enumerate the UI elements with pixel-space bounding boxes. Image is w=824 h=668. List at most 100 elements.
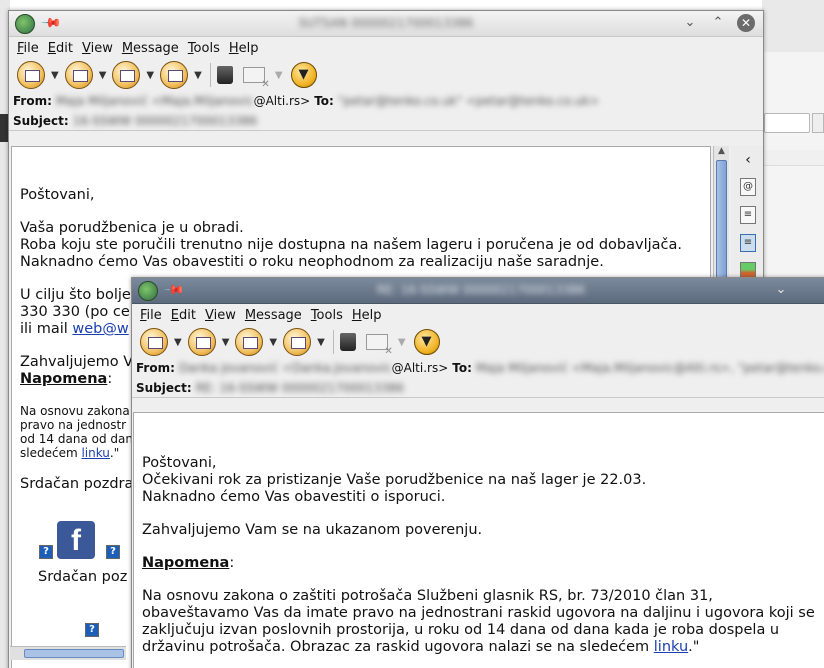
note-label: Napomena [142, 555, 230, 571]
from-name[interactable]: Maja Miljanović <Maja.Miljanovic [56, 94, 254, 108]
menu-tools[interactable]: Tools [311, 308, 343, 323]
to-label: To: [314, 94, 334, 108]
to-address[interactable]: Maja Miljanović <Maja.Miljanovic@Alti.rs… [476, 361, 824, 375]
regards-line-2: Srdačan poz [38, 569, 128, 585]
minimize-icon[interactable]: ⌄ [772, 281, 790, 299]
reply-all-icon[interactable] [187, 328, 216, 356]
junk-dropdown-icon[interactable]: ▼ [398, 337, 406, 348]
scroll-up-icon[interactable]: ▲ [714, 146, 729, 160]
reply-icon[interactable] [17, 61, 45, 89]
trash-icon[interactable] [339, 333, 356, 351]
to-label: To: [452, 361, 472, 375]
toolbar-separator [332, 330, 334, 354]
stop-icon[interactable]: ▼ [413, 329, 440, 355]
close-icon[interactable]: ✕ [737, 14, 755, 32]
from-label: From: [136, 361, 175, 375]
subject-label: Subject: [136, 380, 192, 395]
trash-icon[interactable] [216, 66, 233, 84]
from-name[interactable]: Danka Jovanović <Danka.Jovanovic [179, 361, 392, 375]
from-domain[interactable]: @Alti.rs> [392, 361, 449, 375]
redirect-dropdown-icon[interactable]: ▼ [317, 337, 325, 348]
toolbar: ▼ ▼ ▼ ▼ ▼ ▼ [9, 59, 763, 91]
form-link[interactable]: linku [81, 446, 109, 460]
reply-all-dropdown-icon[interactable]: ▼ [99, 70, 107, 81]
from-domain[interactable]: @Alti.rs> [254, 94, 311, 108]
thanks-line: Zahvaljujemo Vam se na ukazanom poverenj… [142, 522, 483, 538]
forward-icon[interactable] [112, 61, 141, 89]
menu-view[interactable]: View [82, 41, 113, 56]
message-window-reply: 📌 RE: 16-SSWW 0000021700013386 ⌄ File Ed… [131, 277, 824, 668]
reply-all-icon[interactable] [64, 61, 93, 89]
hscroll-thumb[interactable] [24, 649, 124, 658]
forward-dropdown-icon[interactable]: ▼ [269, 337, 277, 348]
from-row: From: Maja Miljanović <Maja.Miljanovic @A… [9, 91, 763, 111]
reply-all-dropdown-icon[interactable]: ▼ [222, 337, 230, 348]
background-search-field[interactable] [764, 113, 810, 133]
web-link[interactable]: web@w [72, 321, 128, 337]
subject-row: Subject: 16-SSWW 0000021700013386 [9, 111, 763, 131]
stop-icon[interactable]: ▼ [290, 62, 317, 88]
body-line: Očekivani rok za pristizanje Vaše porudž… [142, 472, 647, 488]
from-label: From: [13, 94, 52, 108]
subject-row: Subject: RE: 16-SSWW 0000021700013386 [132, 378, 824, 398]
window-title: SUTSAN 0000021700013386 [298, 16, 474, 30]
redirect-dropdown-icon[interactable]: ▼ [194, 70, 202, 81]
note-label: Napomena [20, 371, 108, 387]
subject-label: Subject: [13, 113, 69, 128]
body-line: Naknadno ćemo Vas obavestiti o roku neop… [20, 254, 604, 270]
body-line: ili mail [20, 321, 73, 337]
attachment-icon[interactable]: @ [740, 178, 756, 196]
toolbar-separator [209, 63, 211, 87]
note-colon: : [107, 371, 113, 387]
menubar: File Edit View Message Tools Help [132, 304, 824, 326]
redirect-icon[interactable] [283, 328, 312, 356]
menubar: File Edit View Message Tools Help [9, 37, 763, 59]
legal-line: sledećem [20, 446, 82, 460]
minimize-icon[interactable]: ⌄ [681, 14, 699, 32]
menu-tools[interactable]: Tools [188, 41, 220, 56]
headers-icon[interactable]: ≡ [740, 206, 756, 224]
menu-edit[interactable]: Edit [171, 308, 196, 323]
reply-icon[interactable] [140, 328, 168, 356]
menu-message[interactable]: Message [245, 308, 302, 323]
to-address[interactable]: "petar@tenko.co.uk" <petar@tenko.co.uk> [338, 94, 599, 108]
legal-line: državinu potrošača. Obrazac za raskid ug… [142, 639, 654, 655]
junk-dropdown-icon[interactable]: ▼ [275, 70, 283, 81]
junk-icon[interactable] [242, 67, 270, 90]
from-row: From: Danka Jovanović <Danka.Jovanovic @A… [132, 358, 824, 378]
note-colon: : [229, 555, 235, 571]
menu-view[interactable]: View [205, 308, 236, 323]
form-link[interactable]: linku [654, 639, 688, 655]
toolbar: ▼ ▼ ▼ ▼ ▼ ▼ [132, 326, 824, 358]
window-title: RE: 16-SSWW 0000021700013386 [376, 283, 586, 297]
menu-message[interactable]: Message [122, 41, 179, 56]
titlebar[interactable]: 📌 RE: 16-SSWW 0000021700013386 ⌄ [132, 278, 824, 304]
reply-dropdown-icon[interactable]: ▼ [174, 337, 182, 348]
menu-edit[interactable]: Edit [48, 41, 73, 56]
junk-icon[interactable] [365, 334, 393, 357]
titlebar[interactable]: 📌 SUTSAN 0000021700013386 ⌄ ⌃ ✕ [9, 11, 763, 37]
legal-line-end: ." [688, 639, 700, 655]
horizontal-scrollbar[interactable] [10, 646, 126, 660]
menu-file[interactable]: File [17, 41, 39, 56]
redirect-icon[interactable] [160, 61, 189, 89]
background-combo[interactable] [812, 113, 824, 133]
chevron-left-icon[interactable]: ‹ [731, 152, 763, 168]
message-body[interactable]: Poštovani, Očekivani rok za pristizanje … [133, 412, 824, 668]
body-line: Vaša porudžbenica je u obradi. [20, 220, 244, 236]
menu-file[interactable]: File [140, 308, 162, 323]
document-icon[interactable]: ≡ [740, 234, 756, 252]
subject-text: 16-SSWW 0000021700013386 [72, 113, 258, 128]
forward-dropdown-icon[interactable]: ▼ [146, 70, 154, 81]
menu-help[interactable]: Help [229, 41, 259, 56]
facebook-icon[interactable]: f [57, 521, 95, 559]
missing-image-icon: ? [85, 623, 99, 637]
menu-help[interactable]: Help [352, 308, 382, 323]
legal-line: Na osnovu zakona o zaštiti potrošača Slu… [142, 588, 713, 604]
maximize-icon[interactable]: ⌃ [709, 14, 727, 32]
reply-dropdown-icon[interactable]: ▼ [51, 70, 59, 81]
greeting: Poštovani, [142, 455, 217, 471]
legal-line: zaključuju izvan poslovnih prostorija, u… [142, 622, 780, 638]
background-header [762, 0, 824, 52]
forward-icon[interactable] [235, 328, 264, 356]
